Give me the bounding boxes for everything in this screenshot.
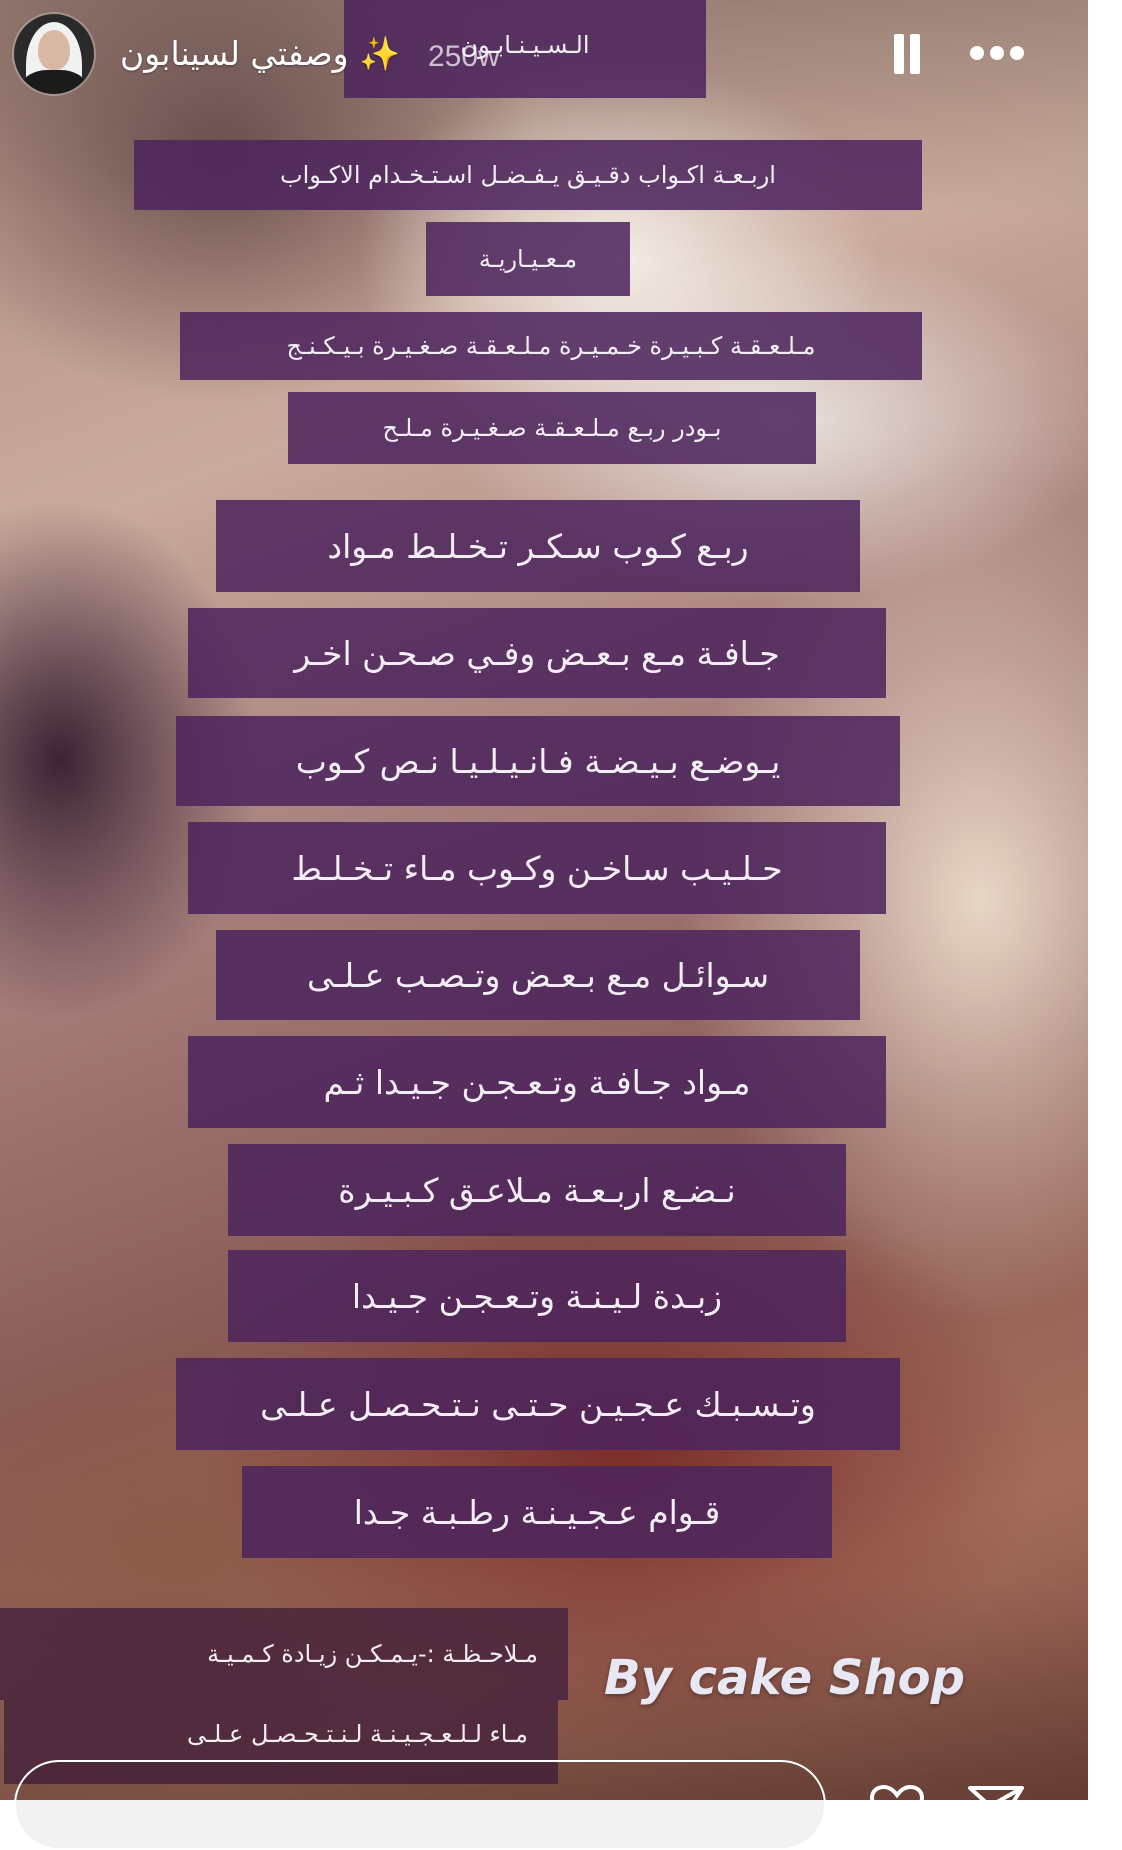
recipe-line: ربـع كـوب سـكـر تـخـلـط مـواد	[216, 500, 860, 592]
more-dot	[1010, 46, 1024, 60]
recipe-line: مـواد جـافـة وتـعـجـن جـيـدا ثـم	[188, 1036, 886, 1128]
avatar-face	[38, 30, 70, 70]
send-icon[interactable]	[966, 1782, 1026, 1832]
recipe-line: اربـعـة اكـواب دقـيـق يـفـضـل اسـتـخـدام…	[134, 140, 922, 210]
more-dot	[970, 46, 984, 60]
recipe-line: زبـدة لـيـنـة وتـعـجـن جـيـدا	[228, 1250, 846, 1342]
recipe-line: يـوضـع بـيـضـة فـانـيـلـيـا نـص كـوب	[176, 716, 900, 806]
story-header: وصفتي لسينابون ✨ 250w	[0, 0, 1088, 110]
pause-icon[interactable]	[892, 34, 922, 74]
heart-icon[interactable]	[868, 1784, 926, 1834]
story-username[interactable]: وصفتي لسينابون ✨	[120, 34, 400, 74]
page-edge	[1088, 0, 1122, 1800]
recipe-line: نـضـع اربـعـة مـلاعـق كـبـيـرة	[228, 1144, 846, 1236]
recipe-line: حـلـيـب سـاخـن وكـوب مـاء تـخـلـط	[188, 822, 886, 914]
recipe-line: قـوام عـجـيـنـة رطـبـة جـدا	[242, 1466, 832, 1558]
recipe-line: مـعـيـاريـة	[426, 222, 630, 296]
avatar-body	[22, 70, 86, 94]
recipe-line: جـافـة مـع بـعـض وفـي صـحـن اخـر	[188, 608, 886, 698]
pause-bar-right	[910, 34, 920, 74]
more-options-icon[interactable]	[970, 46, 1026, 62]
avatar[interactable]	[14, 14, 94, 94]
recipe-line: مـلـعـقـة كـبـيـرة خـمـيـرة مـلـعـقـة صـ…	[180, 312, 922, 380]
recipe-line: بـودر ربـع مـلـعـقـة صـغـيـرة مـلـح	[288, 392, 816, 464]
recipe-line: سـوائـل مـع بـعـض وتـصـب عـلـى	[216, 930, 860, 1020]
story-time-ago: 250w	[428, 40, 500, 73]
note-line: مـلاحـظـة :-يـمـكـن زيـادة كـمـيـة	[0, 1608, 568, 1700]
watermark-text: By cake Shop	[604, 1650, 965, 1706]
reply-input[interactable]	[14, 1760, 826, 1850]
more-dot	[990, 46, 1004, 60]
pause-bar-left	[894, 34, 904, 74]
recipe-line: وتـسـبـك عـجـيـن حـتـى نـتـحـصـل عـلـى	[176, 1358, 900, 1450]
